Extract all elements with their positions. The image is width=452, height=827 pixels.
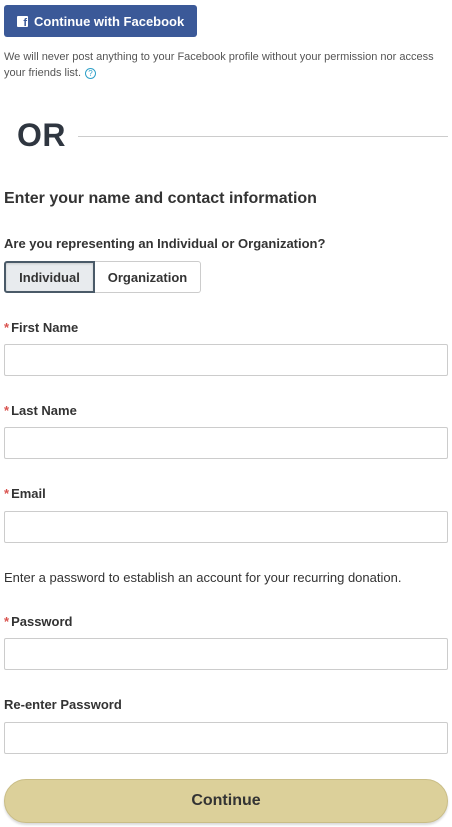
facebook-privacy-note: We will never post anything to your Face… — [4, 49, 444, 81]
email-label-text: Email — [11, 486, 46, 501]
representation-question: Are you representing an Individual or Or… — [4, 236, 326, 251]
required-marker: * — [4, 614, 10, 629]
email-label: * Email — [4, 486, 46, 501]
password-input[interactable] — [4, 638, 448, 670]
representation-toggle: Individual Organization — [4, 261, 201, 293]
required-marker: * — [4, 486, 10, 501]
individual-option-button[interactable]: Individual — [4, 261, 95, 293]
reenter-password-label: Re-enter Password — [4, 697, 122, 712]
password-label-text: Password — [11, 614, 73, 629]
first-name-label-text: First Name — [11, 320, 79, 335]
required-marker: * — [4, 403, 10, 418]
facebook-button-label: Continue with Facebook — [34, 13, 185, 29]
password-note: Enter a password to establish an account… — [4, 570, 402, 585]
reenter-password-input[interactable] — [4, 722, 448, 754]
first-name-input[interactable] — [4, 344, 448, 376]
required-marker: * — [4, 320, 10, 335]
first-name-label: * First Name — [4, 320, 78, 335]
section-title: Enter your name and contact information — [4, 190, 317, 207]
signup-page: Continue with Facebook We will never pos… — [0, 0, 452, 827]
last-name-input[interactable] — [4, 427, 448, 459]
question-circle-icon[interactable]: ? — [85, 68, 97, 79]
last-name-label: * Last Name — [4, 403, 77, 418]
organization-option-button[interactable]: Organization — [95, 261, 201, 293]
email-input[interactable] — [4, 511, 448, 543]
continue-with-facebook-button[interactable]: Continue with Facebook — [4, 5, 197, 37]
reenter-password-label-text: Re-enter Password — [4, 697, 122, 712]
last-name-label-text: Last Name — [11, 403, 77, 418]
continue-button[interactable]: Continue — [4, 779, 448, 823]
facebook-icon — [17, 15, 28, 29]
password-label: * Password — [4, 614, 72, 629]
or-divider-line — [78, 136, 448, 137]
facebook-privacy-text: We will never post anything to your Face… — [4, 51, 434, 79]
or-divider-label: OR — [17, 117, 66, 153]
